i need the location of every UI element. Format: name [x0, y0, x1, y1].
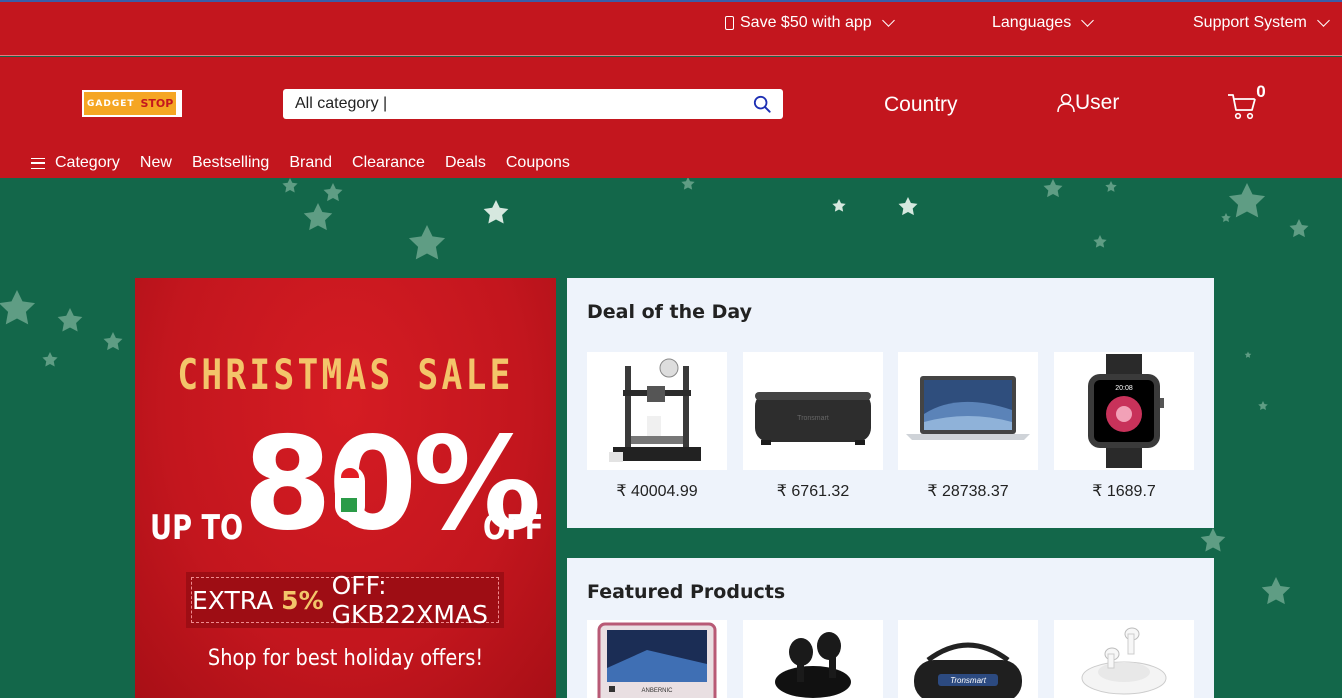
languages-label: Languages [992, 14, 1072, 31]
phone-icon [725, 16, 734, 30]
product-card[interactable]: 20:08 [1054, 352, 1194, 470]
banner-off: OFF [483, 508, 544, 548]
cart-count-badge: 0 [1252, 83, 1270, 101]
deal-of-the-day-title: Deal of the Day [587, 301, 753, 323]
svg-text:Tronsmart: Tronsmart [797, 415, 829, 422]
nav-category[interactable]: Category [31, 154, 120, 172]
product-price: ₹ 40004.99 [616, 483, 698, 500]
logo-text-gadget: GADGET [84, 92, 138, 115]
nav-coupons[interactable]: Coupons [506, 154, 570, 172]
promo-prefix: EXTRA [192, 585, 274, 615]
product-card[interactable]: Tronsmart [898, 620, 1038, 698]
chevron-down-icon [1316, 14, 1330, 27]
nav-new[interactable]: New [140, 154, 172, 172]
product-card[interactable] [1054, 620, 1194, 698]
featured-products-title: Featured Products [587, 581, 786, 603]
search-bar [283, 89, 783, 119]
promo-percent: 5% [281, 585, 324, 615]
product-card[interactable] [743, 620, 883, 698]
handheld-console-icon: ANBERNIC [597, 622, 717, 698]
nav-deals[interactable]: Deals [445, 154, 486, 172]
logo-text-stop: STOP [137, 92, 177, 115]
promo-code: OFF: GKB22XMAS [331, 571, 488, 629]
languages-dropdown[interactable]: Languages [992, 14, 1095, 32]
product-price: ₹ 28738.37 [927, 483, 1009, 500]
chevron-down-icon [1081, 14, 1095, 27]
airpods-icon [1081, 627, 1167, 695]
product-price: ₹ 6761.32 [776, 483, 850, 500]
menu-icon [31, 157, 45, 169]
laptop-icon [906, 376, 1030, 440]
nav-brand[interactable]: Brand [289, 154, 332, 172]
promo-code-box: EXTRA 5% OFF: GKB22XMAS [186, 571, 504, 629]
banner-up-to: UP TO [150, 508, 244, 548]
product-card[interactable]: Tronsmart [743, 352, 883, 470]
svg-text:20:08: 20:08 [1115, 385, 1133, 392]
site-logo[interactable]: GADGET STOP [82, 90, 182, 117]
banner-tagline: Shop for best holiday offers! [207, 646, 484, 671]
product-card[interactable] [898, 352, 1038, 470]
support-label: Support System [1193, 14, 1307, 31]
portable-speaker-icon: Tronsmart [914, 642, 1022, 698]
speaker-brand-text: Tronsmart [950, 676, 987, 685]
nav-bestselling[interactable]: Bestselling [192, 154, 269, 172]
deal-of-the-day-panel: Deal of the Day ₹ 40004.99 Tronsmart ₹ 6… [567, 278, 1214, 528]
user-account-link[interactable]: User [1057, 91, 1119, 115]
3d-printer-icon [609, 358, 701, 462]
main-nav: Category New Bestselling Brand Clearance… [31, 154, 570, 172]
product-card[interactable]: ANBERNIC [587, 620, 727, 698]
smartwatch-icon: 20:08 [1088, 354, 1164, 468]
user-label: User [1075, 91, 1120, 114]
product-price: ₹ 1689.7 [1092, 483, 1156, 500]
search-input[interactable] [295, 95, 735, 113]
main-header: GADGET STOP Country User 0 Category New … [0, 57, 1342, 178]
featured-products-panel: Featured Products ANBERNIC Tronsmart [567, 558, 1214, 698]
country-selector[interactable]: Country [884, 93, 958, 117]
top-bar: Save $50 with app Languages Support Syst… [0, 2, 1342, 56]
gift-icon [341, 498, 357, 512]
speaker-icon: Tronsmart [755, 392, 871, 445]
support-dropdown[interactable]: Support System [1193, 14, 1330, 32]
search-icon[interactable] [753, 95, 771, 113]
nav-clearance[interactable]: Clearance [352, 154, 425, 172]
user-icon [1057, 93, 1075, 113]
banner-title: CHRISTMAS SALE [177, 350, 514, 399]
nav-category-label: Category [55, 154, 120, 171]
console-brand-text: ANBERNIC [641, 688, 673, 694]
earbuds-icon [775, 632, 851, 698]
app-offer-label: Save $50 with app [740, 14, 872, 31]
product-card[interactable] [587, 352, 727, 470]
chevron-down-icon [881, 14, 895, 27]
app-offer-link[interactable]: Save $50 with app [725, 14, 895, 32]
christmas-sale-banner[interactable]: CHRISTMAS SALE UP TO 80% OFF EXTRA 5% OF… [135, 278, 556, 698]
